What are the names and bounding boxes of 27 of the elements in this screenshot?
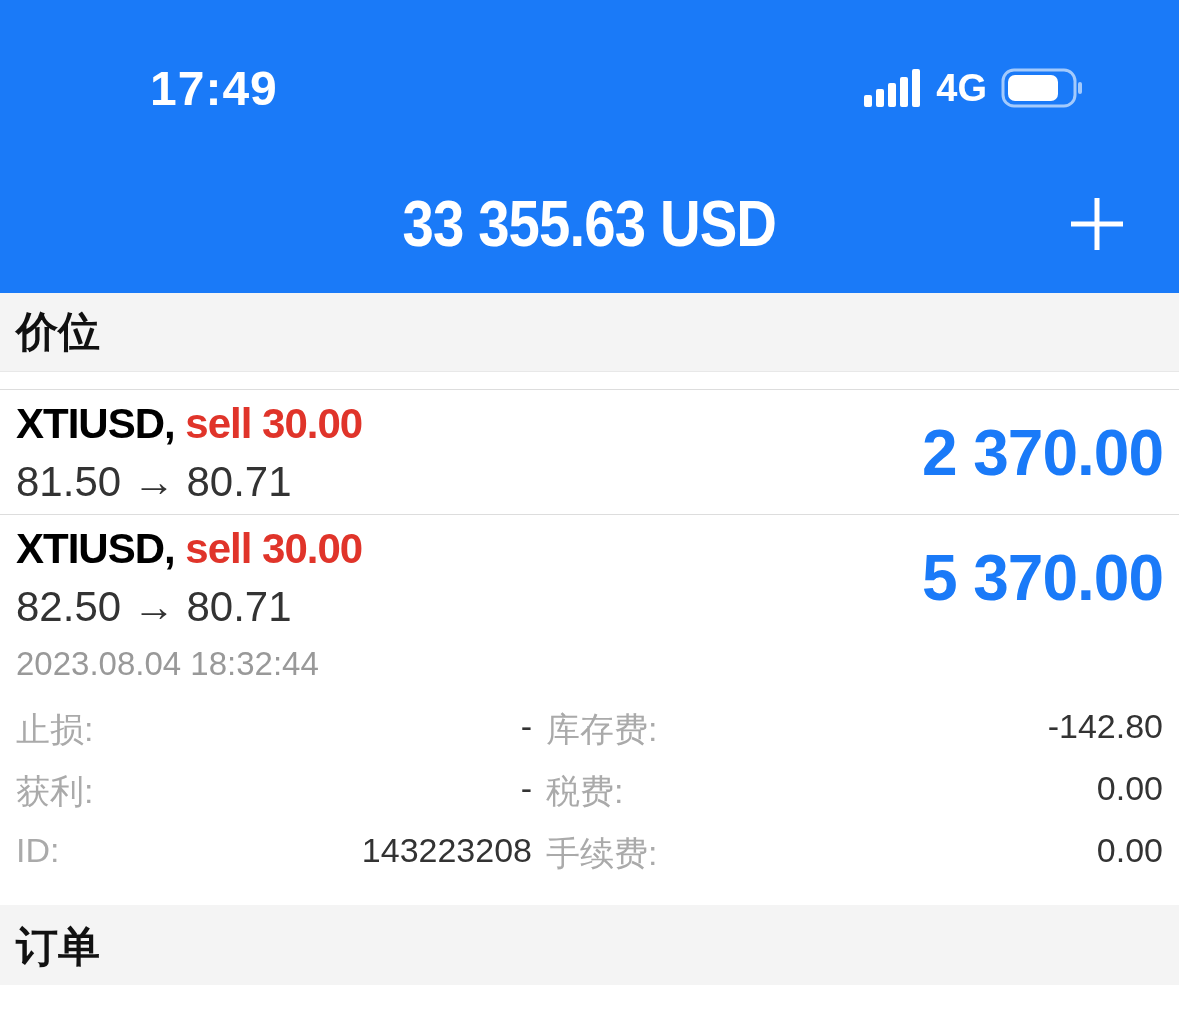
status-time: 17:49 (150, 60, 278, 116)
detail-value: 0.00 (1095, 831, 1163, 871)
section-title: 订单 (16, 922, 100, 972)
open-time: 2023.08.04 18:32:44 (16, 645, 320, 683)
detail-label: ID: (16, 831, 61, 871)
section-title: 价位 (16, 307, 100, 357)
detail-label: 库存费: (546, 709, 659, 750)
position-title[interactable]: XTIUSD, sell 30.00 (16, 400, 363, 450)
detail-label: 手续费: (546, 833, 659, 874)
network-type: 4G (936, 66, 987, 110)
detail-value: - (519, 707, 532, 747)
position-title[interactable]: XTIUSD, sell 30.00 (16, 525, 363, 575)
price-change: 81.50 → 80.71 (16, 458, 293, 506)
add-icon[interactable] (1069, 196, 1125, 252)
position-profit: 2 370.00 (921, 416, 1163, 490)
detail-value: 0.00 (1095, 769, 1163, 809)
signal-icon (864, 69, 923, 107)
detail-value: -142.80 (1046, 707, 1163, 747)
account-balance: 33 355.63 USD (402, 187, 777, 261)
detail-label: 税费: (546, 771, 625, 812)
position-profit: 5 370.00 (921, 541, 1163, 615)
detail-value: - (519, 769, 532, 809)
detail-label: 获利: (16, 771, 95, 812)
battery-icon (1001, 68, 1083, 108)
detail-value: 143223208 (360, 831, 532, 871)
price-change: 82.50 → 80.71 (16, 583, 293, 631)
detail-label: 止损: (16, 709, 95, 750)
